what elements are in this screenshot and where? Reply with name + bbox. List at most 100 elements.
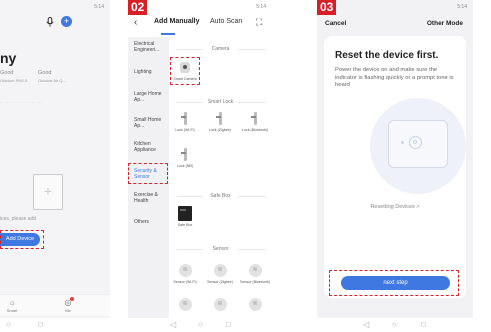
sensor-icon: ≋ bbox=[178, 263, 192, 277]
device-label: Safe Box bbox=[177, 223, 193, 227]
section-title-safe-box: Safe Box bbox=[210, 193, 231, 199]
reset-card: Reset the device first. Power the device… bbox=[324, 36, 466, 298]
lock-icon bbox=[213, 111, 227, 125]
smart-icon: ☼ bbox=[8, 298, 16, 307]
category-item[interactable]: Large Home Ap... bbox=[134, 91, 168, 103]
phone-reset-device: 5:14 03 Cancel Other Mode Reset the devi… bbox=[317, 0, 473, 332]
sensor-icon: ≋ bbox=[248, 297, 262, 311]
device-label: Sensor (Zigbee) bbox=[207, 280, 233, 284]
device-label: Lock (Wi-Fi) bbox=[175, 128, 195, 132]
section-title-sensor: Sensor bbox=[212, 246, 229, 252]
highlight-box bbox=[128, 163, 168, 184]
lock-icon bbox=[248, 111, 262, 125]
empty-document-icon: + bbox=[33, 174, 63, 210]
device-label: Sensor (Bluetooth) bbox=[240, 280, 270, 284]
tab-label: Smart bbox=[6, 308, 18, 313]
device-graphic bbox=[388, 120, 448, 168]
notification-dot bbox=[70, 297, 74, 301]
category-item[interactable]: Kitchen Appliance bbox=[134, 141, 168, 153]
nav-home-icon[interactable]: ○ bbox=[392, 321, 397, 329]
device-tile-lock[interactable]: Lock (Bluetooth) bbox=[240, 111, 270, 133]
add-device-header: ‹ Add Manually Auto Scan ⛶ bbox=[128, 17, 272, 31]
phone-add-device: 5:14 02 ‹ Add Manually Auto Scan ⛶ Elect… bbox=[128, 0, 272, 332]
device-tile-lock[interactable]: Lock (Zigbee) bbox=[205, 111, 235, 133]
system-nav-bar: ◁ ○ □ bbox=[317, 318, 473, 332]
weather-label: Outdoor Air Q... bbox=[38, 78, 66, 83]
step-badge: 02 bbox=[128, 0, 148, 15]
category-item[interactable]: Exercise & Health bbox=[134, 192, 168, 204]
safe-box-icon bbox=[178, 205, 192, 221]
step-badge: 03 bbox=[317, 0, 337, 15]
device-tile-sensor[interactable]: ≋ bbox=[205, 297, 235, 311]
status-bar: 5:14 bbox=[317, 4, 473, 13]
status-time: 5:14 bbox=[256, 4, 266, 10]
other-mode-button[interactable]: Other Mode bbox=[427, 20, 463, 27]
highlight-box bbox=[0, 230, 44, 249]
device-tile-sensor[interactable]: ≋ bbox=[170, 297, 200, 311]
section-title-smart-lock: Smart Lock bbox=[207, 99, 234, 105]
sensor-icon: ≋ bbox=[213, 263, 227, 277]
weather-value: Good bbox=[0, 70, 14, 76]
weather-value: Good bbox=[38, 70, 52, 76]
device-tile-sensor[interactable]: ≋ Sensor (Wi-Fi) bbox=[170, 263, 200, 285]
nav-recent-icon[interactable]: □ bbox=[226, 321, 231, 329]
sensor-icon: ≋ bbox=[248, 263, 262, 277]
category-item[interactable]: Small Home Ap... bbox=[134, 117, 168, 129]
device-tile-lock[interactable]: Lock (NB) bbox=[170, 147, 200, 169]
device-tile-sensor[interactable]: ≋ Sensor (Bluetooth) bbox=[240, 263, 270, 285]
nav-home-icon[interactable]: ○ bbox=[198, 321, 203, 329]
status-time: 5:14 bbox=[94, 4, 104, 10]
faint-placeholder-row: ·· ··· ····· ··· ··· ··· bbox=[0, 100, 43, 105]
device-illustration bbox=[370, 98, 466, 194]
device-tile-safe-box[interactable]: Safe Box bbox=[170, 205, 200, 228]
weather-label: Outdoor PM2.5 bbox=[0, 78, 28, 83]
highlight-box bbox=[170, 57, 200, 85]
indicator-light-icon bbox=[401, 141, 404, 144]
tab-smart[interactable]: ☼ Smart bbox=[2, 298, 22, 313]
system-nav-bar: ◁ ○ □ bbox=[128, 318, 272, 332]
lock-icon bbox=[178, 111, 192, 125]
nav-back-icon[interactable]: ◁ bbox=[170, 321, 176, 329]
category-item[interactable]: Electrical Engineeri... bbox=[134, 41, 168, 53]
tab-auto-scan[interactable]: Auto Scan bbox=[210, 18, 242, 25]
tab-add-manually[interactable]: Add Manually bbox=[154, 18, 200, 25]
back-icon[interactable]: ‹ bbox=[134, 17, 137, 29]
device-label: Lock (Zigbee) bbox=[209, 128, 231, 132]
power-button-icon bbox=[409, 136, 422, 149]
category-item[interactable]: Lighting bbox=[134, 69, 168, 75]
status-bar: 5:14 bbox=[0, 4, 110, 13]
microphone-icon[interactable] bbox=[45, 17, 55, 27]
add-icon[interactable]: + bbox=[61, 16, 72, 27]
active-tab-indicator bbox=[161, 33, 175, 35]
nav-recent-icon[interactable]: □ bbox=[38, 321, 43, 329]
device-tile-lock[interactable]: Lock (Wi-Fi) bbox=[170, 111, 200, 133]
tab-label: Me bbox=[65, 308, 71, 313]
sensor-icon: ≋ bbox=[213, 297, 227, 311]
device-label: Lock (NB) bbox=[177, 164, 193, 168]
tab-me[interactable]: ◎ Me bbox=[58, 297, 78, 313]
sensor-icon: ≋ bbox=[178, 297, 192, 311]
reset-description: Power the device on and make sure the in… bbox=[335, 67, 454, 89]
category-item[interactable]: Others bbox=[134, 219, 168, 225]
nav-home-icon[interactable]: ○ bbox=[6, 321, 11, 329]
screenshot-stage: 5:14 + ny Good Outdoor PM2.5 Good Outdoo… bbox=[0, 0, 491, 332]
scan-icon[interactable]: ⛶ bbox=[256, 17, 262, 28]
nav-back-icon[interactable]: ◁ bbox=[363, 321, 369, 329]
empty-state-text: ices, please add bbox=[0, 216, 37, 222]
reset-title: Reset the device first. bbox=[335, 50, 439, 61]
device-tile-sensor[interactable]: ≋ Sensor (Zigbee) bbox=[205, 263, 235, 285]
nav-recent-icon[interactable]: □ bbox=[421, 321, 426, 329]
device-tile-sensor[interactable]: ≋ bbox=[240, 297, 270, 311]
phone-home-screen: 5:14 + ny Good Outdoor PM2.5 Good Outdoo… bbox=[0, 0, 110, 332]
status-bar: 5:14 bbox=[128, 4, 272, 13]
device-label: Sensor (Wi-Fi) bbox=[173, 280, 197, 284]
cancel-button[interactable]: Cancel bbox=[325, 20, 346, 27]
resetting-devices-link[interactable]: Resetting Devices > bbox=[324, 204, 466, 210]
me-icon: ◎ bbox=[64, 298, 72, 307]
bottom-tab-bar: ☼ Smart ◎ Me bbox=[0, 294, 110, 316]
device-label: Lock (Bluetooth) bbox=[241, 128, 269, 132]
status-time: 5:14 bbox=[457, 4, 467, 10]
system-nav-bar: ○ □ bbox=[0, 318, 110, 332]
lock-icon bbox=[178, 147, 192, 161]
section-title-camera: Camera bbox=[211, 46, 230, 52]
